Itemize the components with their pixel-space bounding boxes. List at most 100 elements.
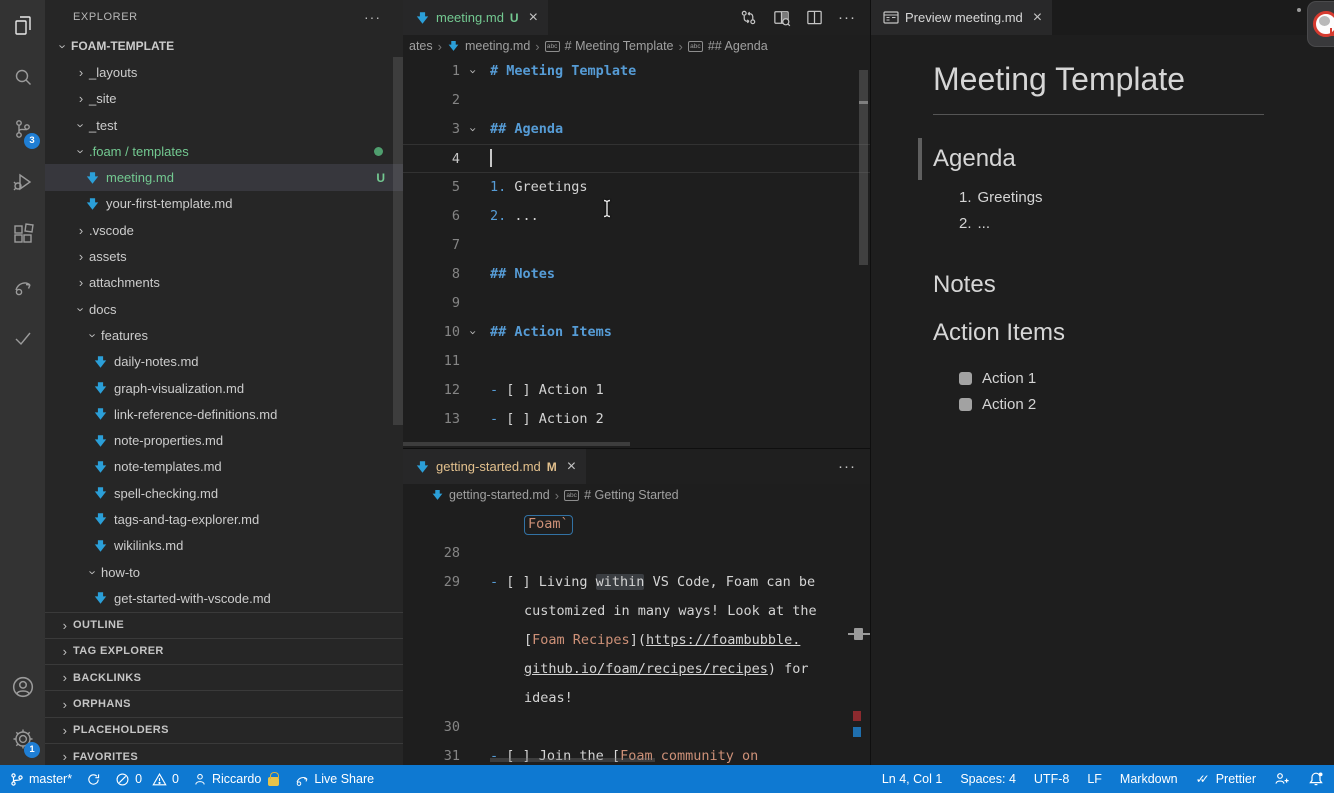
section-outline[interactable]: › OUTLINE [45,611,403,638]
tab-meeting-md[interactable]: meeting.md U × [403,0,548,35]
tree-file-wikilinks[interactable]: wikilinks.md [45,533,403,559]
hyperlink[interactable]: github.io/foam/recipes/recipes [524,661,768,677]
section-backlinks[interactable]: › BACKLINKS [45,664,403,690]
breadcrumb-folder[interactable]: ates [409,39,433,53]
checkbox-icon[interactable] [959,397,972,411]
checkbox-icon[interactable] [959,371,972,385]
tree-file-your-first-template[interactable]: your-first-template.md [45,191,403,217]
settings-gear-icon[interactable]: 1 [0,713,45,765]
tree-file-meeting-md[interactable]: meeting.md U [45,164,403,191]
tree-root-foam-template[interactable]: › FOAM-TEMPLATE [45,33,403,59]
run-debug-icon[interactable] [0,156,45,208]
close-icon[interactable]: × [529,9,538,27]
vertical-scrollbar[interactable] [859,70,868,265]
open-preview-side-icon[interactable] [772,8,791,27]
foam-file-icon [415,460,430,474]
horizontal-scrollbar[interactable] [403,442,630,446]
foam-file-icon [93,512,108,526]
eol-item[interactable]: LF [1087,772,1102,786]
tree-file-get-started-with-vscode[interactable]: get-started-with-vscode.md [45,585,403,611]
horizontal-scrollbar[interactable] [490,758,655,762]
user-account-item[interactable]: Riccardo [193,771,280,787]
live-share-button[interactable]: Live Share [293,771,374,787]
fold-chevron-icon[interactable]: › [466,115,483,144]
tab-git-badge: M [546,459,557,474]
section-orphans[interactable]: › ORPHANS [45,690,403,716]
hyperlink[interactable]: https://foambubble. [646,632,800,648]
open-changes-icon[interactable] [739,8,758,27]
tree-folder-attachments[interactable]: › attachments [45,270,403,296]
code-line: 30 [443,719,460,735]
encoding-item[interactable]: UTF-8 [1034,772,1069,786]
sidebar-scrollbar[interactable] [393,57,403,425]
tree-folder-vscode[interactable]: › .vscode [45,217,403,243]
code-line: 29- [ ] Living within VS Code, Foam can … [443,574,816,590]
tree-folder-how-to[interactable]: › how-to [45,559,403,585]
breadcrumb-separator: › [554,487,560,503]
feedback-button[interactable] [1274,771,1290,787]
explorer-icon[interactable] [0,0,45,52]
git-branch-item[interactable]: master* [10,772,72,787]
more-actions-icon[interactable]: ··· [838,9,856,26]
editor-getting-started-md[interactable]: Foam` 28 29- [ ] Living within VS Code, … [403,506,870,765]
breadcrumb-symbol-h1[interactable]: # Getting Started [584,488,679,502]
tree-file-spell-checking[interactable]: spell-checking.md [45,480,403,506]
activity-bar: 3 1 [0,0,45,765]
symbol-string-icon: abc [687,40,703,52]
cursor-position-item[interactable]: Ln 4, Col 1 [882,772,942,786]
split-editor-icon[interactable] [805,8,824,27]
breadcrumb-file[interactable]: meeting.md [465,39,530,53]
tree-folder-assets[interactable]: › assets [45,243,403,269]
sync-button[interactable] [86,772,101,787]
tab-getting-started-md[interactable]: getting-started.md M × [403,449,587,484]
tab-preview-meeting-md[interactable]: Preview meeting.md × [871,0,1053,35]
source-control-icon[interactable]: 3 [0,104,45,156]
tree-file-note-properties[interactable]: note-properties.md [45,427,403,453]
tree-folder-test[interactable]: › _test [45,112,403,138]
breadcrumb-symbol-h2[interactable]: ## Agenda [708,39,768,53]
sidebar-more-actions[interactable]: ··· [364,9,381,25]
foam-file-icon [93,486,108,500]
section-tag-explorer[interactable]: › TAG EXPLORER [45,637,403,664]
language-mode-item[interactable]: Markdown [1120,772,1178,786]
code-line: 9 [451,295,460,311]
tree-folder-site[interactable]: › _site [45,86,403,112]
tree-folder-features[interactable]: › features [45,322,403,348]
tab-git-badge: U [509,10,519,25]
search-icon[interactable] [0,52,45,104]
problems-item[interactable]: 0 0 [115,772,179,787]
formatter-item[interactable]: ✓✓ Prettier [1196,772,1256,786]
fold-chevron-icon[interactable]: › [466,318,483,347]
breadcrumb-file[interactable]: getting-started.md [449,488,550,502]
chevron-down-icon: › [73,306,89,312]
tree-file-note-templates[interactable]: note-templates.md [45,454,403,480]
tree-file-tags-and-tag-explorer[interactable]: tags-and-tag-explorer.md [45,506,403,532]
tree-folder-layouts[interactable]: › _layouts [45,59,403,85]
account-icon[interactable] [0,661,45,713]
section-favorites[interactable]: › FAVORITES [45,743,403,765]
tree-file-link-reference-definitions[interactable]: link-reference-definitions.md [45,401,403,427]
tree-file-daily-notes[interactable]: daily-notes.md [45,349,403,375]
close-icon[interactable]: × [1033,9,1042,27]
more-actions-icon[interactable]: ··· [838,458,856,475]
code-line: 5 1. Greetings [451,179,588,195]
fold-chevron-icon[interactable]: › [466,57,483,86]
indentation-item[interactable]: Spaces: 4 [960,772,1016,786]
notifications-button[interactable] [1308,771,1324,787]
tree-folder-foam-templates[interactable]: › .foam / templates [45,138,403,164]
todo-item: Action 1 [959,365,1264,391]
section-placeholders[interactable]: › PLACEHOLDERS [45,716,403,743]
tree-file-graph-visualization[interactable]: graph-visualization.md [45,375,403,401]
code-line: 3 › ## Agenda [403,115,870,144]
extensions-icon[interactable] [0,208,45,260]
foam-file-icon [85,171,100,185]
chevron-right-icon: › [78,222,84,238]
code-line: 2 [451,92,460,108]
editor-meeting-md[interactable]: 1 › # Meeting Template 2 3 › ## Agenda 4 5 1.… [403,57,870,434]
breadcrumb-symbol-h1[interactable]: # Meeting Template [565,39,674,53]
test-check-icon[interactable] [0,312,45,364]
close-icon[interactable]: × [567,458,576,476]
tree-folder-docs[interactable]: › docs [45,296,403,322]
overview-ruler-handle[interactable] [854,628,863,640]
live-share-icon[interactable] [0,260,45,312]
